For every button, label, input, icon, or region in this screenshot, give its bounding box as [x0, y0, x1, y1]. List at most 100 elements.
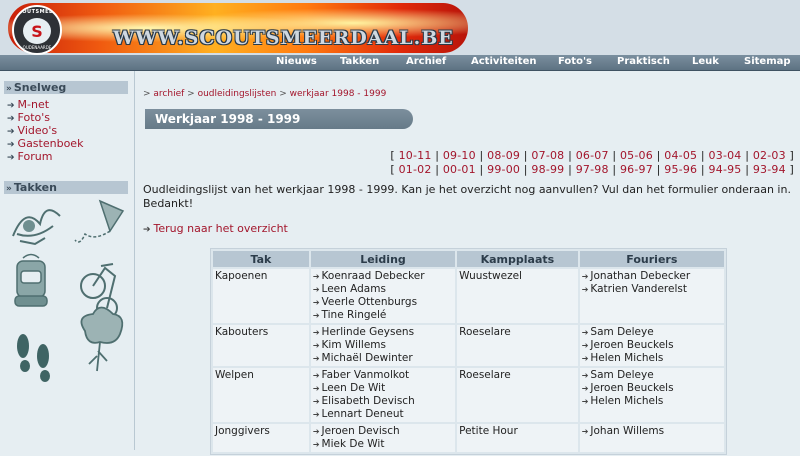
year-link[interactable]: 97-98 [576, 163, 609, 176]
list-item: ➔ Faber Vanmolkot [313, 369, 453, 382]
cell-kampplaats: Roeselare [457, 325, 578, 366]
tree-icon[interactable] [80, 306, 124, 372]
arrow-icon: ➔ [312, 328, 320, 337]
breadcrumb-oudleidingslijsten[interactable]: oudleidingslijsten [198, 89, 277, 99]
arrow-icon: ➔ [312, 371, 320, 380]
page-title: Werkjaar 1998 - 1999 [155, 112, 301, 126]
breadcrumb-archief[interactable]: archief [153, 89, 184, 99]
nav-takken[interactable]: Takken [340, 56, 379, 67]
kabouters-icon[interactable] [74, 199, 125, 243]
leaders-table: Tak Leiding Kampplaats Fouriers Kapoenen… [210, 248, 727, 455]
welpen-icon[interactable] [14, 253, 48, 307]
list-item: ➔ Leen De Wit [313, 382, 453, 395]
breadcrumb-current[interactable]: werkjaar 1998 - 1999 [290, 89, 387, 99]
person-name: Koenraad Debecker [321, 270, 425, 282]
arrow-icon: ➔ [312, 285, 320, 294]
year-link[interactable]: 98-99 [531, 163, 564, 176]
year-link[interactable]: 07-08 [531, 149, 564, 162]
table-body: Kapoenen ➔ Koenraad Debecker ➔ Leen Adams ➔ Ve… [213, 269, 724, 452]
year-link[interactable]: 04-05 [664, 149, 697, 162]
year-link[interactable]: 99-00 [487, 163, 520, 176]
year-link[interactable]: 95-96 [664, 163, 697, 176]
arrow-icon: ➔ [7, 101, 15, 111]
arrow-icon: ➔ [7, 114, 15, 124]
year-link[interactable]: 94-95 [709, 163, 742, 176]
back-to-overview-link[interactable]: ➔ Terug naar het overzicht [143, 222, 288, 235]
site-header: WWW.SCOUTSMEERDAAL.BE SCOUTSMEERDAAL S O… [0, 0, 800, 55]
logo-bottom-text: OUDENAARDE [22, 45, 52, 50]
nav-nieuws[interactable]: Nieuws [276, 56, 317, 67]
sidebar-heading-takken: » Takken [4, 181, 128, 194]
cell-fouriers: ➔ Johan Willems [579, 424, 724, 452]
year-link[interactable]: 10-11 [399, 149, 432, 162]
year-link[interactable]: 96-97 [620, 163, 653, 176]
column-header-kampplaats: Kampplaats [457, 251, 578, 267]
intro-text: Oudleidingslijst van het werkjaar 1998 -… [143, 183, 791, 210]
person-name: Miek De Wit [321, 438, 385, 450]
person-name: Lennart Deneut [321, 408, 404, 420]
column-header-leiding: Leiding [310, 251, 456, 267]
table-row: Kapoenen ➔ Koenraad Debecker ➔ Leen Adams ➔ Ve… [213, 269, 724, 323]
sidebar-link-forum[interactable]: ➔ Forum [7, 150, 52, 163]
sidebar-link-gastenboek[interactable]: ➔ Gastenboek [7, 137, 83, 150]
year-link[interactable]: 06-07 [576, 149, 609, 162]
list-item: ➔ Leen Adams [313, 283, 453, 296]
cell-kampplaats: Wuustwezel [457, 269, 578, 323]
year-link[interactable]: 01-02 [399, 163, 432, 176]
person-name: Elisabeth Devisch [321, 395, 415, 407]
person-name: Faber Vanmolkot [321, 369, 410, 381]
year-link[interactable]: 00-01 [443, 163, 476, 176]
arrow-icon: ➔ [312, 427, 320, 436]
year-link[interactable]: 08-09 [487, 149, 520, 162]
column-header-fouriers: Fouriers [579, 251, 724, 267]
list-item: ➔ Lennart Deneut [313, 408, 453, 421]
sidebar-link-fotos[interactable]: ➔ Foto's [7, 111, 50, 124]
cell-tak: Welpen [213, 368, 309, 422]
nav-praktisch[interactable]: Praktisch [617, 56, 670, 67]
year-link[interactable]: 03-04 [709, 149, 742, 162]
table-row: Welpen ➔ Faber Vanmolkot ➔ Leen De Wit ➔ Elisa… [213, 368, 724, 422]
table-header-row: Tak Leiding Kampplaats Fouriers [213, 251, 724, 267]
list-item: ➔ Kim Willems [313, 339, 453, 352]
footprints-icon[interactable] [17, 334, 50, 382]
list-item: ➔ Jeroen Devisch [313, 425, 453, 438]
table-row: Jonggivers ➔ Jeroen Devisch ➔ Miek De Wit Pet… [213, 424, 724, 452]
takken-illustrations [12, 199, 125, 382]
column-header-tak: Tak [213, 251, 309, 267]
nav-leuk[interactable]: Leuk [692, 56, 719, 67]
cell-leiding: ➔ Koenraad Debecker ➔ Leen Adams ➔ Veerle Ott… [310, 269, 456, 323]
cell-fouriers: ➔ Sam Deleye ➔ Jeroen Beuckels ➔ Helen Michel… [579, 325, 724, 366]
list-item: ➔ Jeroen Beuckels [582, 339, 722, 352]
scouts-logo[interactable]: SCOUTSMEERDAAL S OUDENAARDE [12, 5, 62, 55]
list-item: ➔ Katrien Vanderelst [582, 283, 722, 296]
double-arrow-icon: » [6, 84, 12, 94]
nav-sitemap[interactable]: Sitemap [744, 56, 791, 67]
person-name: Leen Adams [321, 283, 386, 295]
arrow-icon: ➔ [312, 384, 320, 393]
nav-archief[interactable]: Archief [406, 56, 446, 67]
year-link[interactable]: 93-94 [753, 163, 786, 176]
arrow-icon: ➔ [7, 153, 15, 163]
nav-fotos[interactable]: Foto's [558, 56, 592, 67]
cell-kampplaats: Petite Hour [457, 424, 578, 452]
nav-activiteiten[interactable]: Activiteiten [471, 56, 537, 67]
person-name: Helen Michels [590, 352, 664, 364]
list-item: ➔ Helen Michels [582, 352, 722, 365]
year-link[interactable]: 02-03 [753, 149, 786, 162]
arrow-icon: ➔ [581, 427, 589, 436]
list-item: ➔ Miek De Wit [313, 438, 453, 451]
person-name: Jeroen Beuckels [590, 382, 674, 394]
year-navigation: [ 10-11 | 09-10 | 08-09 | 07-08 | 06-07 … [390, 149, 794, 176]
list-item: ➔ Johan Willems [582, 425, 722, 438]
person-name: Sam Deleye [590, 326, 654, 338]
kapoenen-icon[interactable] [12, 209, 61, 246]
year-link[interactable]: 05-06 [620, 149, 653, 162]
sidebar-link-videos[interactable]: ➔ Video's [7, 124, 57, 137]
arrow-icon: ➔ [581, 354, 589, 363]
year-link[interactable]: 09-10 [443, 149, 476, 162]
cell-leiding: ➔ Jeroen Devisch ➔ Miek De Wit [310, 424, 456, 452]
person-name: Jonathan Debecker [590, 270, 691, 282]
arrow-icon: ➔ [312, 298, 320, 307]
site-banner[interactable]: WWW.SCOUTSMEERDAAL.BE [8, 3, 468, 53]
sidebar-link-mnet[interactable]: ➔ M-net [7, 98, 49, 111]
